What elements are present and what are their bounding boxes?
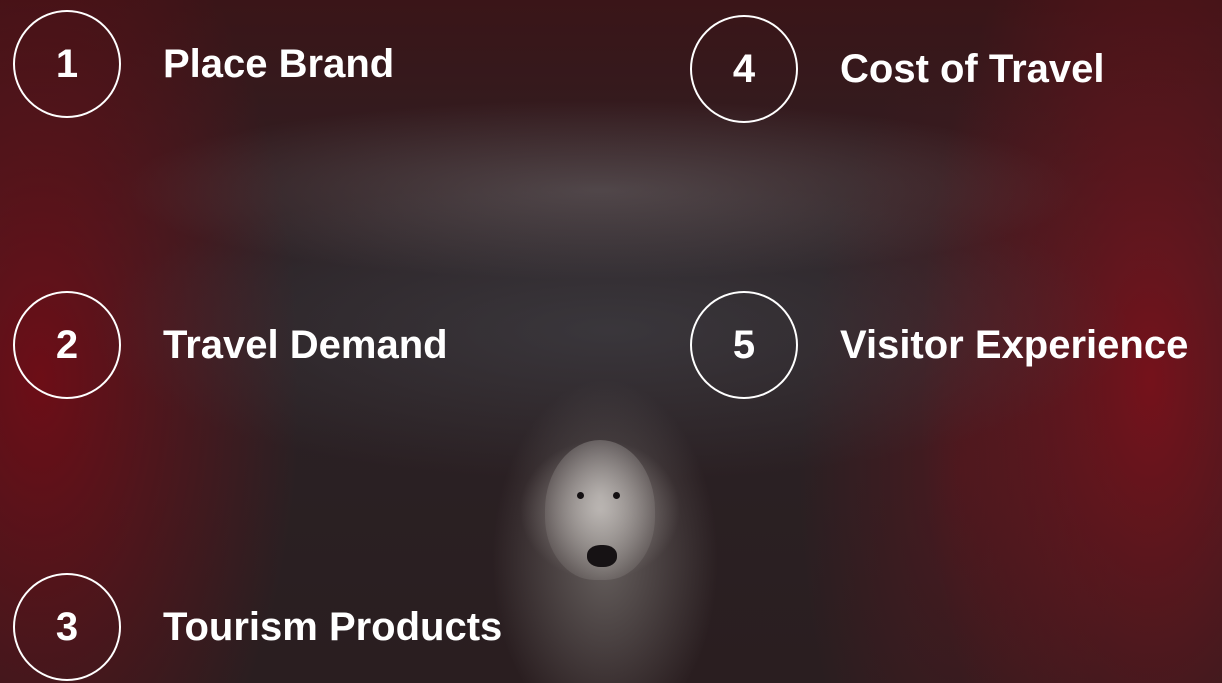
list-item: 1 Place Brand	[13, 10, 394, 118]
list-item: 2 Travel Demand	[13, 291, 448, 399]
number-circle: 4	[690, 15, 798, 123]
list-item: 3 Tourism Products	[13, 573, 502, 681]
number-circle: 2	[13, 291, 121, 399]
bear-nose	[587, 545, 617, 567]
bear-left-eye	[577, 492, 584, 499]
number-circle: 5	[690, 291, 798, 399]
item-label: Visitor Experience	[840, 322, 1189, 367]
list-item: 4 Cost of Travel	[690, 15, 1105, 123]
item-label: Cost of Travel	[840, 46, 1105, 91]
number-circle: 1	[13, 10, 121, 118]
item-label: Travel Demand	[163, 322, 448, 367]
number-circle: 3	[13, 573, 121, 681]
item-label: Place Brand	[163, 41, 395, 86]
list-item: 5 Visitor Experience	[690, 291, 1188, 399]
bear-right-eye	[613, 492, 620, 499]
item-label: Tourism Products	[163, 604, 503, 649]
